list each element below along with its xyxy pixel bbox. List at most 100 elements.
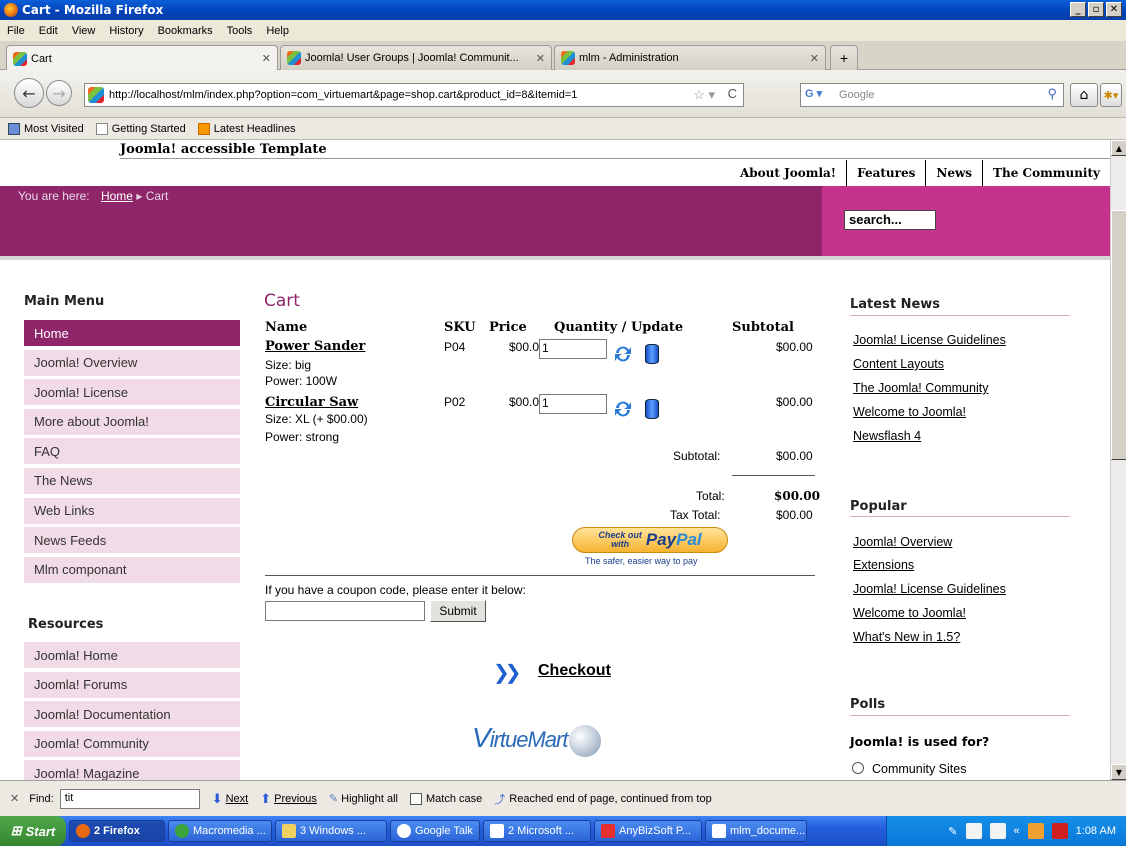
menu-help[interactable]: Help (259, 25, 296, 37)
popular-link[interactable]: What's New in 1.5? (853, 630, 960, 644)
tab-mlm-administration[interactable]: mlm - Administration ✕ (554, 45, 826, 70)
popular-link[interactable]: Joomla! Overview (853, 535, 952, 549)
update-quantity-icon[interactable] (612, 398, 634, 420)
topnav-news[interactable]: News (925, 160, 982, 186)
popular-link[interactable]: Welcome to Joomla! (853, 606, 966, 620)
find-input[interactable]: tit (59, 788, 200, 809)
topnav-about-joomla[interactable]: About Joomla! (730, 160, 846, 186)
find-previous-button[interactable]: ⬆ Previous (260, 791, 317, 807)
scroll-up-icon[interactable]: ▲ (1111, 140, 1126, 156)
taskbar-item-macromedia[interactable]: Macromedia ... (168, 820, 272, 842)
coupon-code-input[interactable] (265, 601, 425, 621)
topnav-the-community[interactable]: The Community (982, 160, 1110, 186)
find-next-button[interactable]: ⬇ Next (212, 791, 249, 807)
menu-item-joomla-overview[interactable]: Joomla! Overview (24, 349, 240, 376)
quantity-input[interactable]: 1 (539, 394, 607, 414)
menu-item-more-about-joomla[interactable]: More about Joomla! (24, 408, 240, 435)
menu-item-faq[interactable]: FAQ (24, 438, 240, 465)
close-tab-icon[interactable]: ✕ (536, 52, 545, 65)
popular-link[interactable]: Extensions (853, 558, 914, 572)
highlight-all-button[interactable]: ✎ Highlight all (329, 792, 398, 806)
menu-item-web-links[interactable]: Web Links (24, 497, 240, 524)
bookmark-star-icon[interactable]: ☆ ▾ (693, 87, 715, 103)
tab-joomla-user-groups[interactable]: Joomla! User Groups | Joomla! Communit..… (280, 45, 552, 70)
latest-news-link[interactable]: Joomla! License Guidelines (853, 333, 1006, 347)
breadcrumb-home-link[interactable]: Home (101, 189, 133, 203)
tray-expand-icon[interactable]: « (1014, 825, 1020, 837)
latest-news-link[interactable]: Content Layouts (853, 357, 944, 371)
menu-tools[interactable]: Tools (220, 25, 260, 37)
menu-item-news-feeds[interactable]: News Feeds (24, 527, 240, 554)
new-tab-button[interactable]: + (830, 45, 858, 70)
site-search-input[interactable]: search... (844, 210, 936, 230)
taskbar-item-microsoft[interactable]: 2 Microsoft ... (483, 820, 591, 842)
col-header-quantity: Quantity / Update (554, 320, 684, 335)
tray-help-icon[interactable] (989, 823, 1006, 839)
forward-icon[interactable]: → (46, 80, 72, 106)
checkbox[interactable] (410, 792, 423, 805)
delete-item-icon[interactable] (645, 344, 659, 364)
menu-history[interactable]: History (102, 25, 150, 37)
close-tab-icon[interactable]: ✕ (810, 52, 819, 65)
page-scrollbar[interactable]: ▲ ▼ (1110, 140, 1126, 780)
home-icon[interactable]: ⌂ (1070, 83, 1098, 107)
menu-view[interactable]: View (65, 25, 103, 37)
product-link-power-sander[interactable]: Power Sander (265, 339, 365, 354)
chat-icon (397, 824, 411, 838)
menu-file[interactable]: File (0, 25, 32, 37)
taskbar-item-google-talk[interactable]: Google Talk (390, 820, 480, 842)
tray-notify-icon[interactable] (1027, 823, 1044, 839)
back-icon[interactable]: ← (14, 78, 44, 108)
taskbar-item-anybizsoft[interactable]: AnyBizSoft P... (594, 820, 702, 842)
menu-item-mlm-componant[interactable]: Mlm componant (24, 556, 240, 583)
resource-joomla-home[interactable]: Joomla! Home (24, 642, 240, 668)
url-bar[interactable]: http://localhost/mlm/index.php?option=co… (84, 83, 744, 107)
tray-security-icon[interactable] (1051, 823, 1068, 839)
checkout-link[interactable]: Checkout (538, 662, 611, 680)
start-button[interactable]: ⊞ Start (0, 816, 66, 846)
taskbar-item-firefox[interactable]: 2 Firefox (69, 820, 165, 842)
tab-cart[interactable]: Cart ✕ (6, 45, 278, 71)
menu-item-joomla-license[interactable]: Joomla! License (24, 379, 240, 406)
coupon-submit-button[interactable]: Submit (430, 600, 486, 622)
quantity-input[interactable]: 1 (539, 339, 607, 359)
maximize-button[interactable]: ▫ (1088, 2, 1104, 17)
match-case-checkbox[interactable]: Match case (410, 792, 482, 805)
menu-edit[interactable]: Edit (32, 25, 65, 37)
tray-app-icon[interactable] (965, 823, 982, 839)
popular-link[interactable]: Joomla! License Guidelines (853, 582, 1006, 596)
resource-joomla-forums[interactable]: Joomla! Forums (24, 671, 240, 698)
latest-news-link[interactable]: Welcome to Joomla! (853, 405, 966, 419)
update-quantity-icon[interactable] (612, 343, 634, 365)
reload-icon[interactable]: C (728, 86, 737, 101)
scroll-down-icon[interactable]: ▼ (1111, 764, 1126, 780)
bookmark-getting-started[interactable]: Getting Started (95, 122, 186, 135)
taskbar-item-mlm-document[interactable]: mlm_docume... (705, 820, 807, 842)
magnifier-icon[interactable]: ⚲ (1047, 86, 1057, 102)
minimize-button[interactable]: _ (1070, 2, 1086, 17)
menu-bookmarks[interactable]: Bookmarks (151, 25, 220, 37)
paypal-checkout-button[interactable]: Check out with PayPal (572, 527, 728, 553)
scroll-thumb[interactable] (1111, 210, 1126, 460)
delete-item-icon[interactable] (645, 399, 659, 419)
bookmark-most-visited[interactable]: Most Visited (8, 122, 84, 135)
poll-option-radio[interactable] (852, 762, 864, 774)
menu-item-home[interactable]: Home (24, 320, 240, 346)
close-button[interactable]: ✕ (1106, 2, 1122, 17)
tray-pen-icon[interactable]: ✎ (948, 825, 957, 838)
latest-news-link[interactable]: The Joomla! Community (853, 381, 988, 395)
menu-item-the-news[interactable]: The News (24, 467, 240, 494)
extension-icon[interactable]: ✱▾ (1100, 83, 1122, 107)
topnav-features[interactable]: Features (846, 160, 925, 186)
bookmark-latest-headlines[interactable]: Latest Headlines (197, 122, 296, 135)
taskbar-item-windows[interactable]: 3 Windows ... (275, 820, 387, 842)
browser-search-input[interactable]: G ▾ Google ⚲ (800, 83, 1064, 107)
close-find-icon[interactable]: ✕ (10, 792, 19, 805)
product-link-circular-saw[interactable]: Circular Saw (265, 395, 358, 410)
resource-joomla-magazine[interactable]: Joomla! Magazine (24, 760, 240, 780)
close-tab-icon[interactable]: ✕ (262, 52, 271, 65)
checkout-arrow-icon[interactable]: ❯❯ (493, 660, 521, 684)
resource-joomla-community[interactable]: Joomla! Community (24, 730, 240, 757)
resource-joomla-documentation[interactable]: Joomla! Documentation (24, 701, 240, 728)
latest-news-link[interactable]: Newsflash 4 (853, 429, 921, 443)
